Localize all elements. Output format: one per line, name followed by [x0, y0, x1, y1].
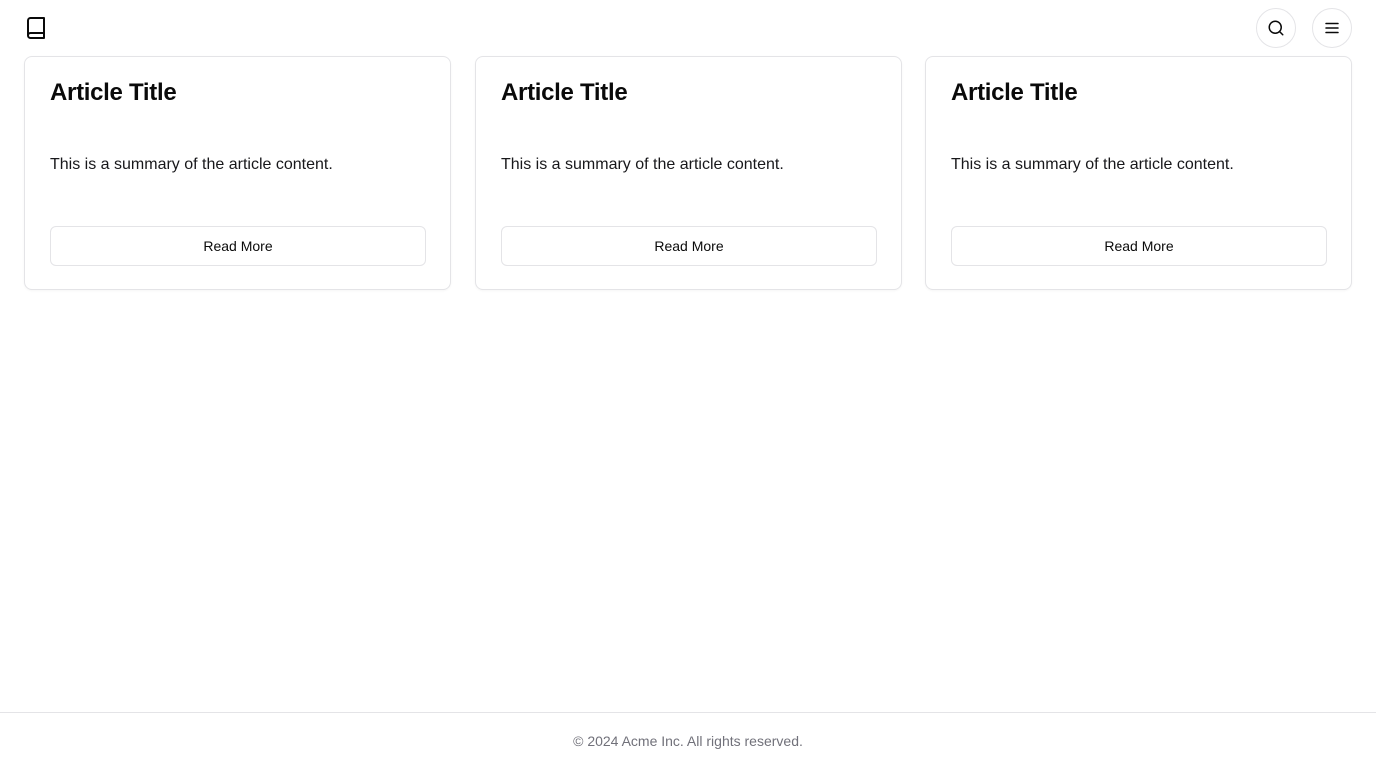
hamburger-menu-icon — [1325, 22, 1339, 34]
read-more-button[interactable]: Read More — [50, 226, 426, 266]
article-title: Article Title — [50, 79, 177, 106]
copyright-text: © 2024 Acme Inc. All rights reserved. — [573, 732, 803, 749]
read-more-button[interactable]: Read More — [501, 226, 877, 266]
article-card: Article Title This is a summary of the a… — [925, 56, 1352, 290]
site-footer: © 2024 Acme Inc. All rights reserved. — [0, 712, 1376, 768]
article-title: Article Title — [501, 79, 628, 106]
article-summary: This is a summary of the article content… — [951, 156, 1234, 173]
article-summary: This is a summary of the article content… — [50, 156, 333, 173]
logo-link[interactable] — [24, 16, 48, 40]
article-card: Article Title This is a summary of the a… — [24, 56, 451, 290]
search-icon — [1268, 20, 1284, 36]
book-icon — [27, 17, 45, 39]
article-title: Article Title — [951, 79, 1078, 106]
menu-button[interactable] — [1312, 8, 1352, 48]
article-card: Article Title This is a summary of the a… — [475, 56, 902, 290]
site-header — [0, 0, 1376, 56]
article-summary: This is a summary of the article content… — [501, 156, 784, 173]
search-button[interactable] — [1256, 8, 1296, 48]
read-more-button[interactable]: Read More — [951, 226, 1327, 266]
page: Article Title This is a summary of the a… — [0, 0, 1376, 768]
